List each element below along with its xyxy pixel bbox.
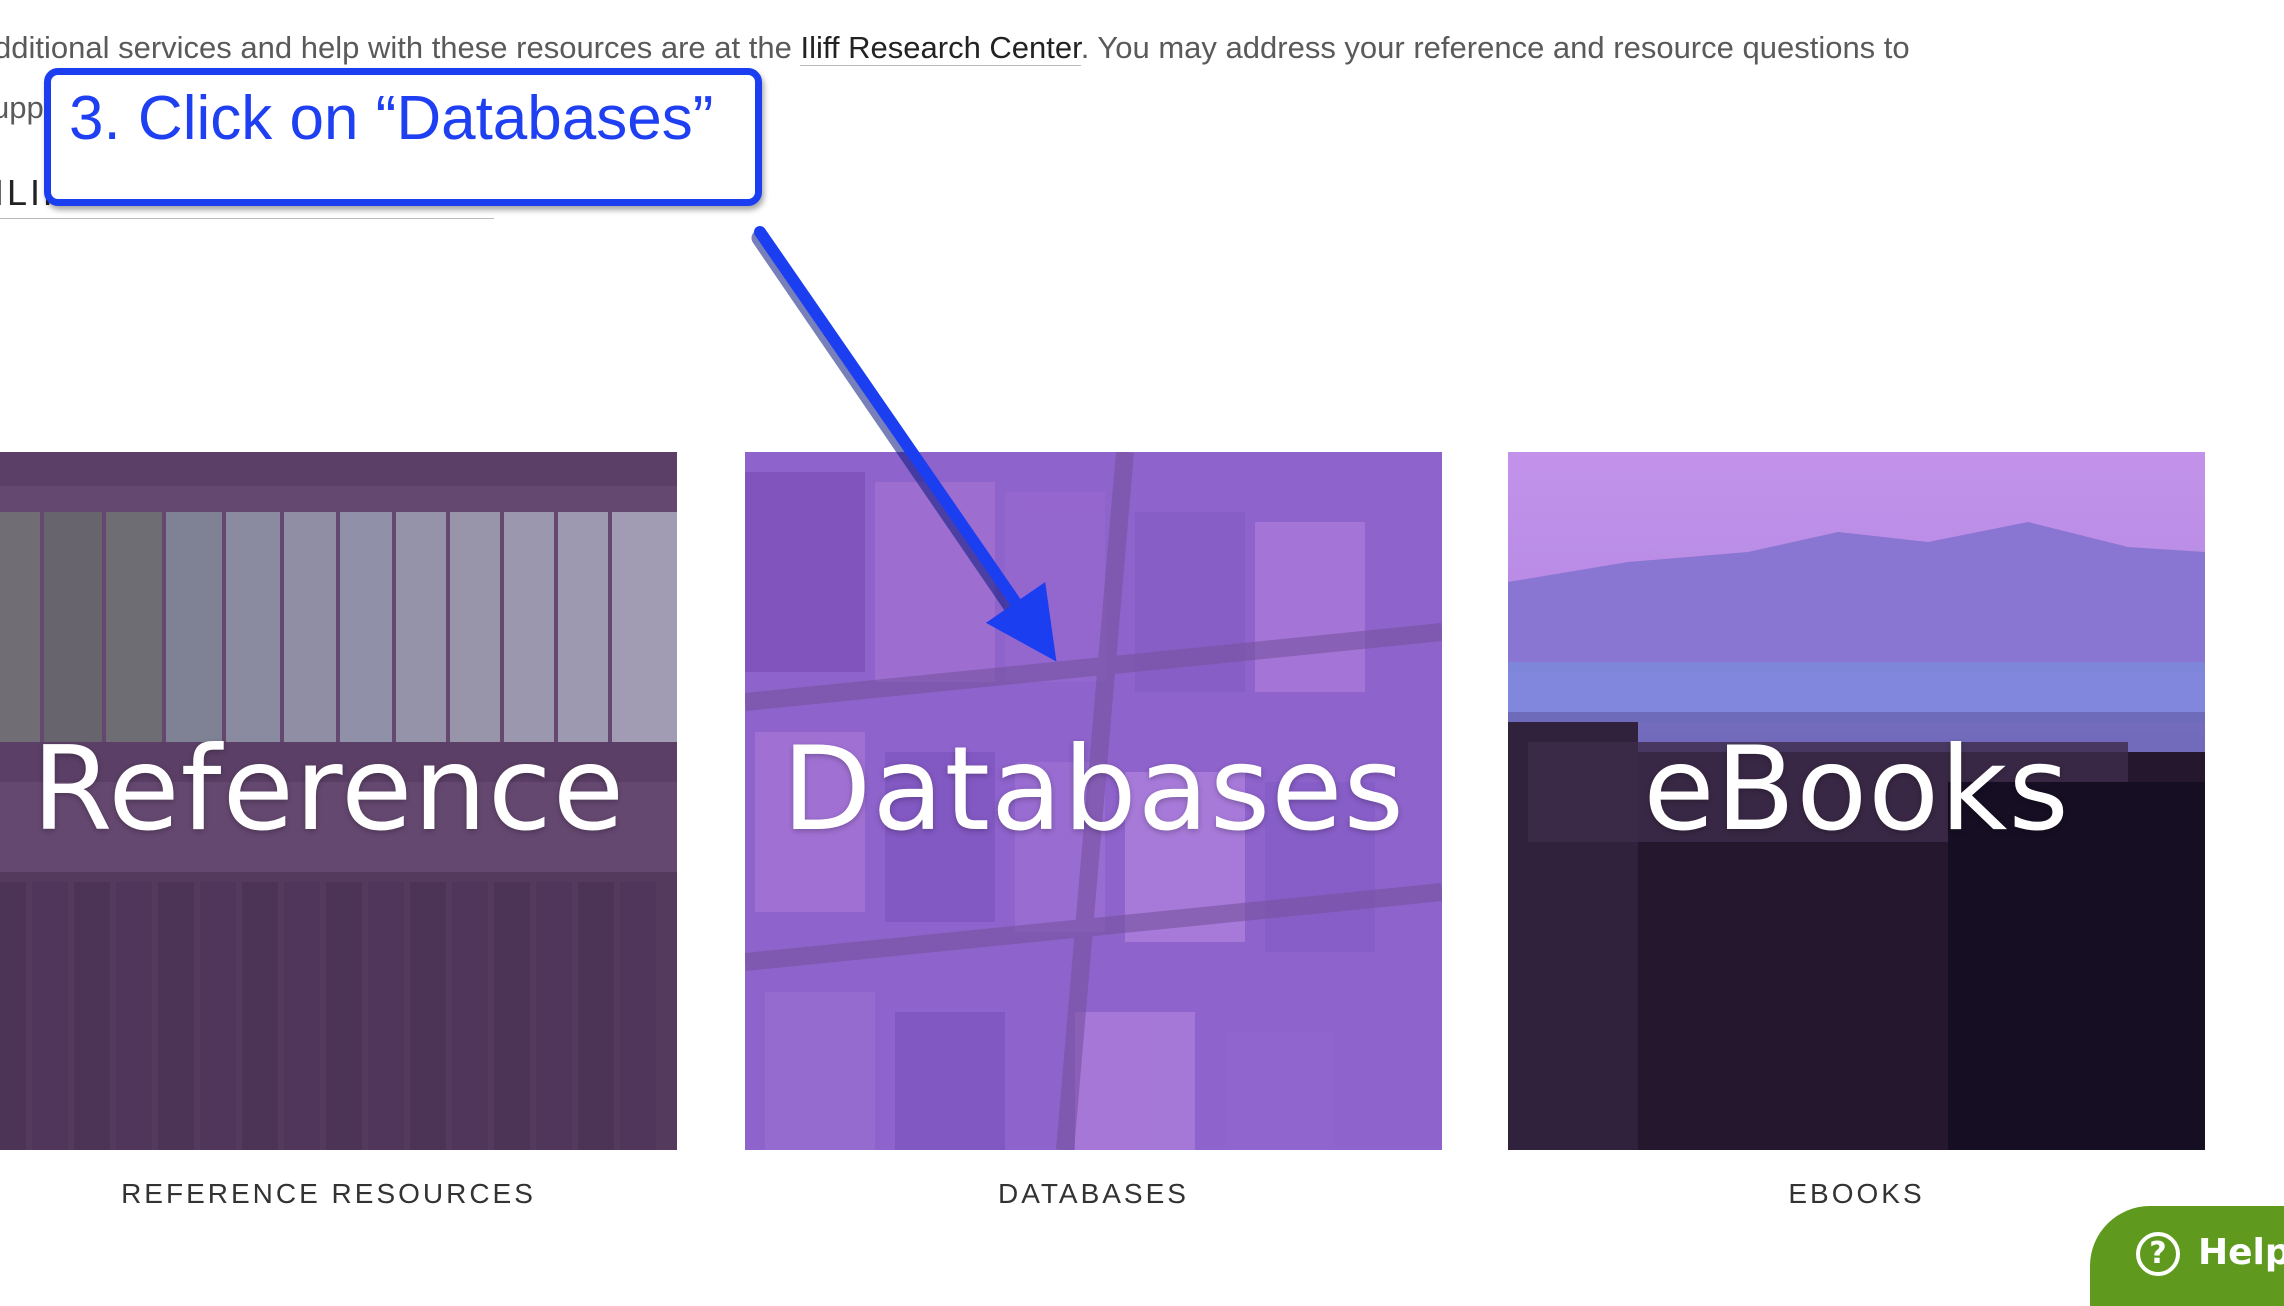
tile-ebooks-title: eBooks [1643,722,2070,857]
tile-ebooks[interactable]: eBooks [1508,452,2205,1150]
caption-ebooks[interactable]: EBOOKS [1508,1178,2205,1210]
question-circle-icon: ? [2136,1232,2180,1276]
instruction-callout-text: 3. Click on “Databases” [69,84,714,153]
help-button[interactable]: ? Help [2090,1206,2284,1306]
tile-databases[interactable]: Databases [745,452,1442,1150]
instruction-callout: 3. Click on “Databases” [44,68,762,206]
intro-line-1-end: . You may address your reference and res… [1080,30,1910,65]
caption-databases[interactable]: DATABASES [745,1178,1442,1210]
help-label: Help [2198,1232,2284,1273]
tile-reference[interactable]: Reference [0,452,677,1150]
tile-reference-title: Reference [31,722,626,857]
caption-reference-resources[interactable]: REFERENCE RESOURCES [0,1178,677,1210]
intro-line-1-start: dditional services and help with these r… [0,30,801,65]
iliff-research-center-link[interactable]: Iliff Research Center [800,30,1081,66]
tile-databases-title: Databases [782,722,1405,857]
